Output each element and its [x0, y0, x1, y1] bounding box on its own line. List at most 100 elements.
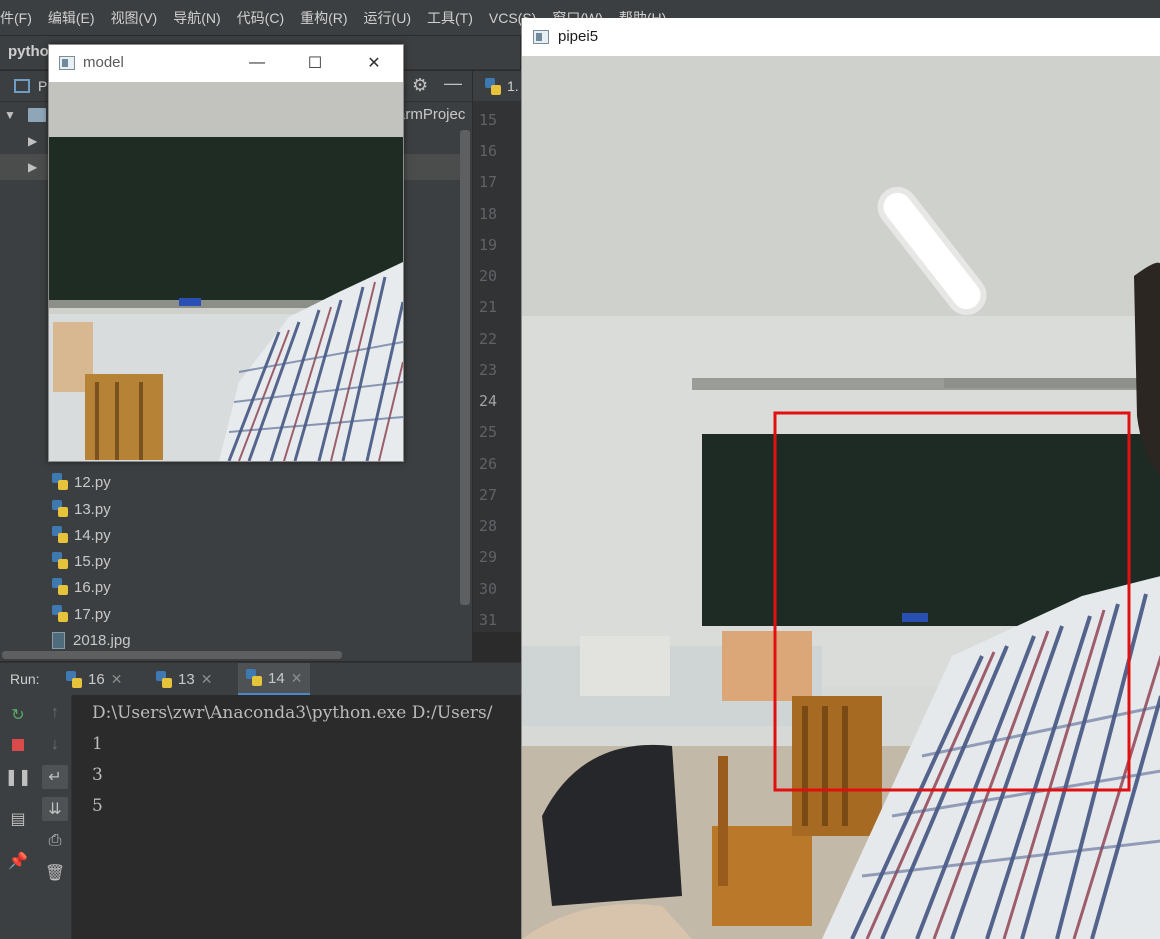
folder-icon	[28, 108, 46, 122]
file-name: 13.py	[74, 500, 111, 518]
python-file-icon	[52, 578, 68, 596]
editor-empty-area	[473, 632, 523, 662]
python-file-icon	[66, 670, 82, 689]
console-output[interactable]: D:\Users\zwr\Anaconda3\python.exe D:/Use…	[72, 695, 522, 939]
menu-code[interactable]: 代码(C)	[229, 8, 292, 28]
list-item[interactable]: 16.py	[0, 574, 468, 600]
line-number: 28	[479, 517, 498, 535]
editor-tab[interactable]: 1.	[473, 71, 523, 102]
list-item[interactable]: 12.py	[0, 469, 468, 495]
line-number: 17	[479, 173, 498, 191]
pipei5-window-title: pipei5	[558, 28, 599, 45]
line-number: 30	[479, 580, 498, 598]
line-number: 18	[479, 205, 498, 223]
file-name: 14.py	[74, 526, 111, 544]
line-number: 27	[479, 486, 498, 504]
close-tab-icon[interactable]: ✕	[291, 670, 303, 687]
down-arrow-icon[interactable]: ↓	[42, 733, 68, 757]
rerun-icon[interactable]: ↻	[5, 703, 31, 727]
model-window[interactable]: model — ☐ ✕	[48, 44, 404, 462]
menu-navigate[interactable]: 导航(N)	[165, 8, 228, 28]
python-file-icon	[52, 552, 68, 570]
pipei5-window-titlebar[interactable]: pipei5	[522, 18, 1160, 56]
stop-icon[interactable]	[5, 733, 31, 757]
breadcrumb[interactable]: pytho	[8, 43, 49, 60]
menu-edit[interactable]: 编辑(E)	[40, 8, 103, 28]
line-number: 29	[479, 548, 498, 566]
console-line: 5	[92, 796, 103, 816]
python-file-icon	[156, 670, 172, 689]
file-name: 12.py	[74, 473, 111, 491]
run-tab-16[interactable]: 16 ✕	[58, 663, 130, 696]
file-name: 16.py	[74, 578, 111, 596]
print-icon[interactable]: ⎙	[42, 829, 68, 853]
run-toolbar-secondary: ↑ ↓ ↵ ⇊ ⎙ 🗑	[38, 695, 72, 939]
editor-tab-label: 1.	[507, 78, 519, 94]
expand-arrow-icon[interactable]: ▼	[4, 108, 16, 122]
list-item[interactable]: 2018.jpg	[0, 627, 468, 653]
vertical-scrollbar[interactable]	[460, 130, 470, 605]
line-number: 15	[479, 111, 498, 129]
gear-icon[interactable]: ⚙	[412, 75, 428, 96]
minimize-icon[interactable]: —	[242, 51, 272, 75]
line-number: 22	[479, 330, 498, 348]
run-tab-14[interactable]: 14 ✕	[238, 663, 311, 696]
run-tab-13[interactable]: 13 ✕	[148, 663, 220, 696]
scroll-to-end-icon[interactable]: ⇊	[42, 797, 68, 821]
pipei5-camera-frame	[522, 56, 1160, 939]
file-name: 2018.jpg	[73, 631, 131, 649]
console-line: 1	[92, 734, 103, 754]
list-item[interactable]: 15.py	[0, 548, 468, 574]
collapse-arrow-icon[interactable]: ▶	[28, 160, 37, 174]
close-tab-icon[interactable]: ✕	[111, 671, 123, 688]
run-panel-header: Run: 16 ✕ 13 ✕ 14 ✕	[0, 662, 522, 696]
current-line-number: 24	[479, 392, 498, 410]
up-arrow-icon[interactable]: ↑	[42, 701, 68, 725]
run-tab-label: 14	[268, 669, 285, 687]
menu-view[interactable]: 视图(V)	[103, 8, 166, 28]
menu-file[interactable]: 件(F)	[0, 8, 40, 28]
run-label: Run:	[10, 671, 40, 687]
project-tab-label[interactable]: P	[38, 78, 47, 94]
line-number: 23	[479, 361, 498, 379]
line-number-gutter: 15 16 17 18 19 20 21 22 23 24 25 26 27 2…	[473, 102, 523, 632]
python-file-icon	[246, 669, 262, 687]
console-line: 3	[92, 765, 103, 785]
line-number: 21	[479, 298, 498, 316]
pause-icon[interactable]: ❚❚	[5, 765, 32, 789]
project-root-label: armProjec	[397, 106, 466, 123]
layout-icon[interactable]: ▤	[5, 807, 31, 831]
python-file-icon	[52, 526, 68, 544]
menu-tools[interactable]: 工具(T)	[419, 8, 481, 28]
close-tab-icon[interactable]: ✕	[201, 671, 213, 688]
image-file-icon	[52, 631, 65, 649]
list-item[interactable]: 17.py	[0, 601, 468, 627]
run-toolbar: ↻ ❚❚ ▤ 📌	[0, 695, 38, 939]
model-window-titlebar[interactable]: model — ☐ ✕	[49, 45, 403, 82]
list-item[interactable]: 13.py	[0, 496, 468, 522]
window-icon	[59, 56, 75, 70]
line-number: 26	[479, 455, 498, 473]
pin-icon[interactable]: 📌	[5, 849, 31, 873]
file-name: 17.py	[74, 605, 111, 623]
run-tab-label: 16	[88, 671, 105, 688]
python-file-icon	[52, 605, 68, 623]
console-line: D:\Users\zwr\Anaconda3\python.exe D:/Use…	[92, 703, 493, 723]
model-template-image	[49, 82, 403, 461]
collapse-arrow-icon[interactable]: ▶	[28, 134, 37, 148]
line-number: 19	[479, 236, 498, 254]
menu-refactor[interactable]: 重构(R)	[292, 8, 355, 28]
python-file-icon	[52, 500, 68, 518]
trash-icon[interactable]: 🗑	[42, 861, 68, 885]
pipei5-window[interactable]: pipei5	[521, 18, 1160, 939]
maximize-icon[interactable]: ☐	[300, 51, 330, 75]
menu-run[interactable]: 运行(U)	[356, 8, 419, 28]
list-item[interactable]: 14.py	[0, 522, 468, 548]
line-number: 16	[479, 142, 498, 160]
python-file-icon	[485, 78, 501, 96]
run-tab-label: 13	[178, 671, 195, 688]
horizontal-scrollbar[interactable]	[2, 651, 342, 659]
hide-panel-icon[interactable]: —	[444, 73, 462, 94]
close-icon[interactable]: ✕	[359, 51, 389, 75]
soft-wrap-icon[interactable]: ↵	[42, 765, 68, 789]
